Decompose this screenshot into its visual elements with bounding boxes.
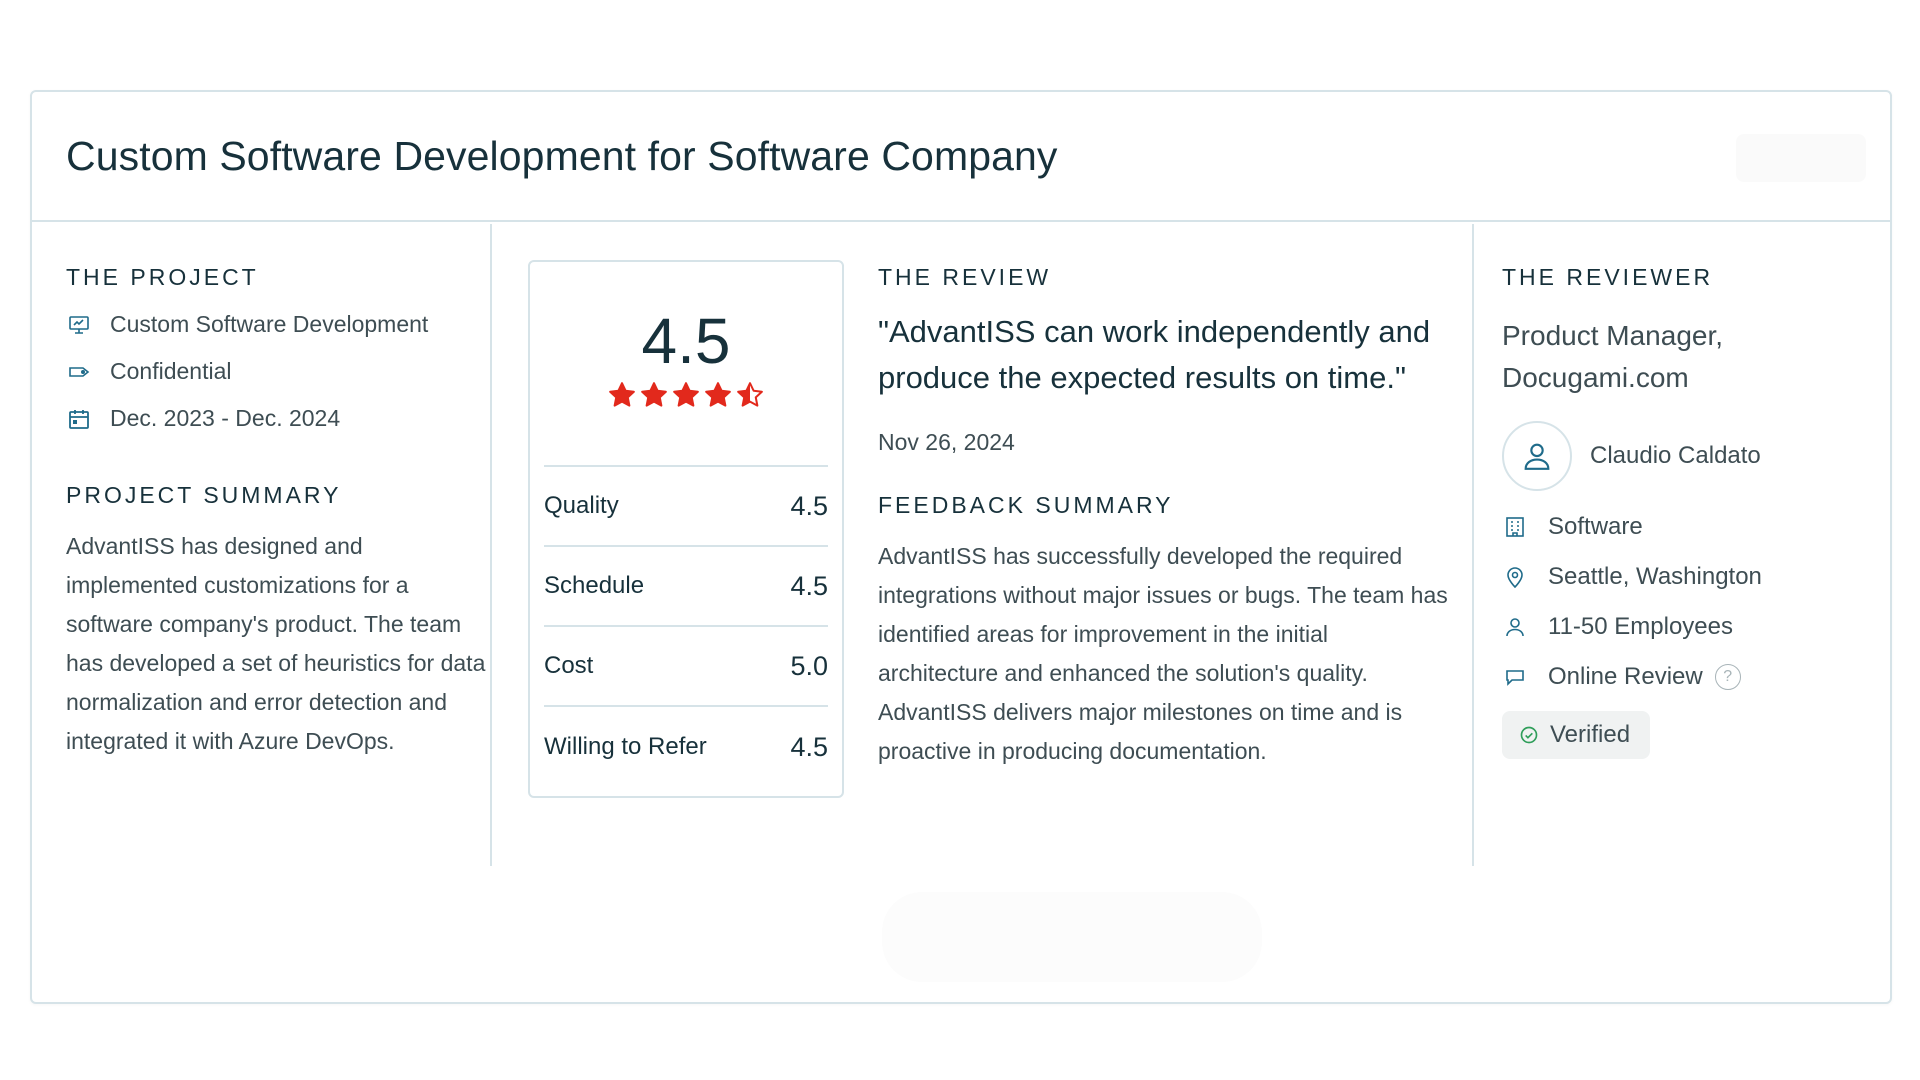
rating-box: 4.5 Quality 4.5 Schedule 4.5 Cost 5.0 Wi… — [528, 260, 844, 798]
user-icon — [1524, 443, 1550, 470]
project-section-label: THE PROJECT — [66, 264, 259, 290]
project-dates-row: Dec. 2023 - Dec. 2024 — [66, 405, 486, 432]
avatar — [1502, 421, 1572, 491]
check-circle-icon — [1518, 724, 1540, 746]
help-icon[interactable]: ? — [1714, 664, 1741, 690]
reviewer-section-label: THE REVIEWER — [1502, 264, 1714, 290]
reviewer-review-type: Online Review — [1548, 663, 1703, 690]
reviewer-review-type-row: Online Review ? — [1502, 663, 1862, 691]
presentation-board-icon — [66, 312, 92, 338]
header-action-placeholder — [1736, 134, 1866, 182]
card-header: Custom Software Development for Software… — [32, 92, 1890, 222]
project-service: Custom Software Development — [110, 311, 429, 337]
rating-label: Quality — [544, 492, 619, 519]
overall-rating: 4.5 — [544, 262, 828, 467]
reviewer-location-row: Seattle, Washington — [1502, 563, 1862, 591]
rating-value: 4.5 — [790, 490, 828, 521]
project-budget: Confidential — [110, 358, 232, 384]
location-pin-icon — [1502, 564, 1528, 590]
price-tag-icon — [66, 359, 92, 385]
star-full-icon — [641, 382, 667, 407]
review-quote: "AdvantISS can work independently and pr… — [878, 314, 1431, 395]
rating-label: Schedule — [544, 572, 645, 599]
review-card: Custom Software Development for Software… — [30, 90, 1892, 1004]
bottom-action-placeholder — [882, 892, 1262, 982]
star-rating — [544, 380, 828, 410]
rating-row-willing-to-refer: Willing to Refer 4.5 — [544, 707, 828, 787]
reviewer-location: Seattle, Washington — [1548, 563, 1762, 590]
rating-row-quality: Quality 4.5 — [544, 467, 828, 547]
reviewer-person: Claudio Caldato — [1502, 421, 1862, 491]
star-half-icon — [737, 382, 763, 407]
review-column: THE REVIEW "AdvantISS can work independe… — [878, 264, 1448, 771]
star-full-icon — [705, 382, 731, 407]
feedback-summary-text: AdvantISS has successfully developed the… — [878, 543, 1448, 764]
project-summary-label: PROJECT SUMMARY — [66, 482, 342, 508]
rating-value: 4.5 — [790, 731, 828, 762]
star-full-icon — [609, 382, 635, 407]
rating-label: Willing to Refer — [544, 733, 707, 760]
reviewer-name: Claudio Caldato — [1590, 442, 1761, 469]
verified-badge: Verified — [1502, 711, 1651, 759]
project-budget-row: Confidential — [66, 358, 486, 385]
person-icon — [1502, 614, 1528, 640]
reviewer-column: THE REVIEWER Product Manager, Docugami.c… — [1502, 264, 1862, 759]
speech-bubble-icon — [1502, 664, 1528, 690]
reviewer-company-size: 11-50 Employees — [1548, 613, 1733, 640]
calendar-icon — [66, 406, 92, 432]
review-title: Custom Software Development for Software… — [66, 132, 1058, 179]
building-icon — [1502, 514, 1528, 540]
project-service-row: Custom Software Development — [66, 311, 486, 338]
overall-rating-score: 4.5 — [641, 305, 731, 377]
review-columns: THE PROJECT Custom Software Development … — [32, 224, 1890, 866]
column-divider — [490, 224, 492, 866]
rating-label: Cost — [544, 652, 594, 679]
reviewer-industry-row: Software — [1502, 513, 1862, 541]
verified-label: Verified — [1550, 721, 1631, 748]
review-date: Nov 26, 2024 — [878, 429, 1015, 455]
reviewer-role: Product Manager, Docugami.com — [1502, 320, 1724, 393]
reviewer-industry: Software — [1548, 513, 1643, 540]
feedback-summary-label: FEEDBACK SUMMARY — [878, 492, 1174, 518]
rating-row-cost: Cost 5.0 — [544, 627, 828, 707]
rating-value: 4.5 — [790, 570, 828, 601]
project-summary-text: AdvantISS has designed and implemented c… — [66, 533, 486, 754]
review-section-label: THE REVIEW — [878, 264, 1052, 290]
column-divider — [1472, 224, 1474, 866]
reviewer-size-row: 11-50 Employees — [1502, 613, 1862, 641]
rating-value: 5.0 — [790, 650, 828, 681]
rating-row-schedule: Schedule 4.5 — [544, 547, 828, 627]
project-column: THE PROJECT Custom Software Development … — [66, 264, 486, 761]
project-dates: Dec. 2023 - Dec. 2024 — [110, 405, 341, 431]
star-full-icon — [673, 382, 699, 407]
